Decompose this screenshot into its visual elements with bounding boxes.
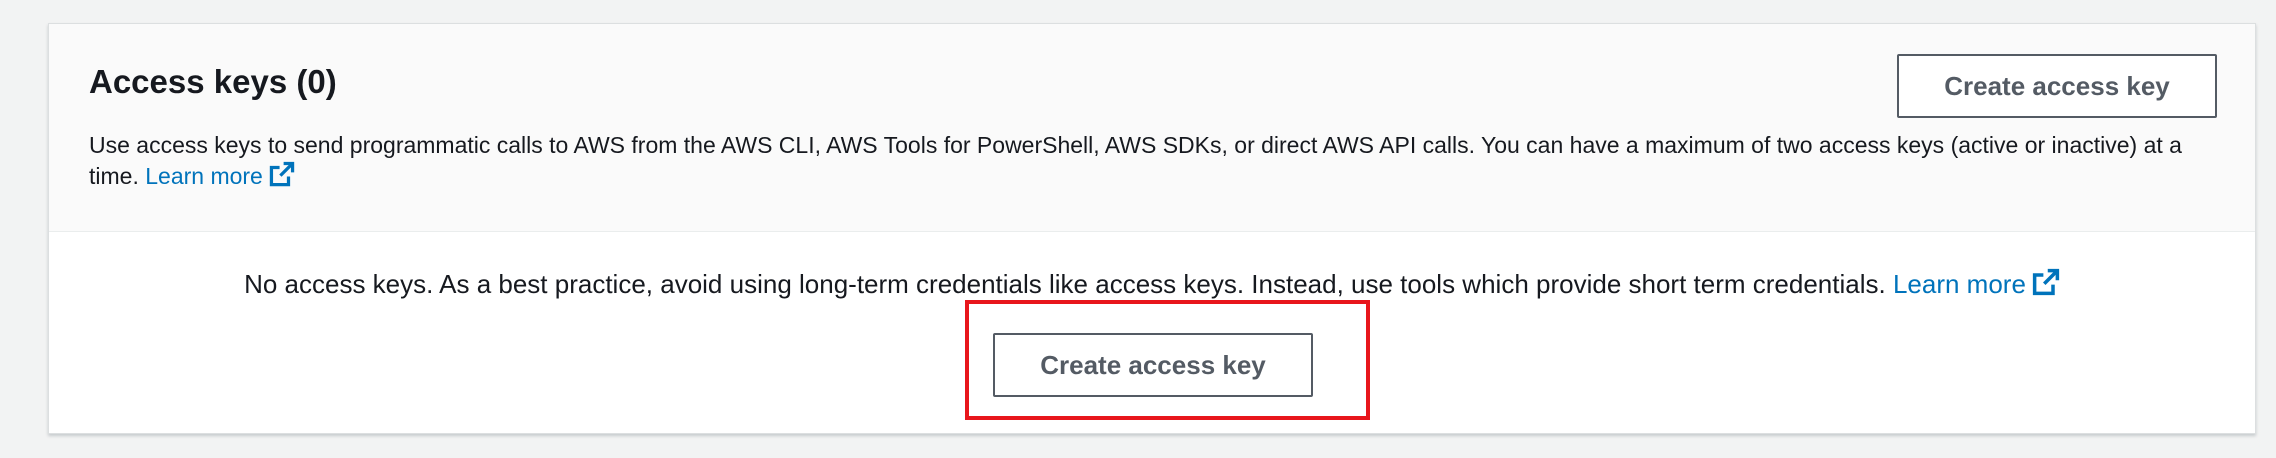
empty-learn-more-link[interactable]: Learn more bbox=[1892, 268, 2060, 299]
external-link-icon bbox=[2032, 268, 2060, 303]
highlight-box bbox=[965, 300, 1370, 420]
access-keys-panel-header: Access keys (0) Create access key Use ac… bbox=[49, 24, 2255, 232]
learn-more-link[interactable]: Learn more bbox=[145, 161, 295, 189]
empty-learn-more-link-label: Learn more bbox=[1892, 269, 2026, 299]
create-access-key-header-button[interactable]: Create access key bbox=[1897, 54, 2217, 118]
no-access-keys-message: No access keys. As a best practice, avoi… bbox=[49, 268, 2255, 303]
no-access-keys-message-text: No access keys. As a best practice, avoi… bbox=[244, 269, 1886, 299]
learn-more-link-label: Learn more bbox=[145, 163, 263, 189]
access-keys-title: Access keys (0) bbox=[89, 63, 337, 100]
external-link-icon bbox=[269, 161, 295, 195]
access-keys-description: Use access keys to send programmatic cal… bbox=[89, 130, 2229, 195]
access-keys-description-text: Use access keys to send programmatic cal… bbox=[89, 132, 2182, 189]
